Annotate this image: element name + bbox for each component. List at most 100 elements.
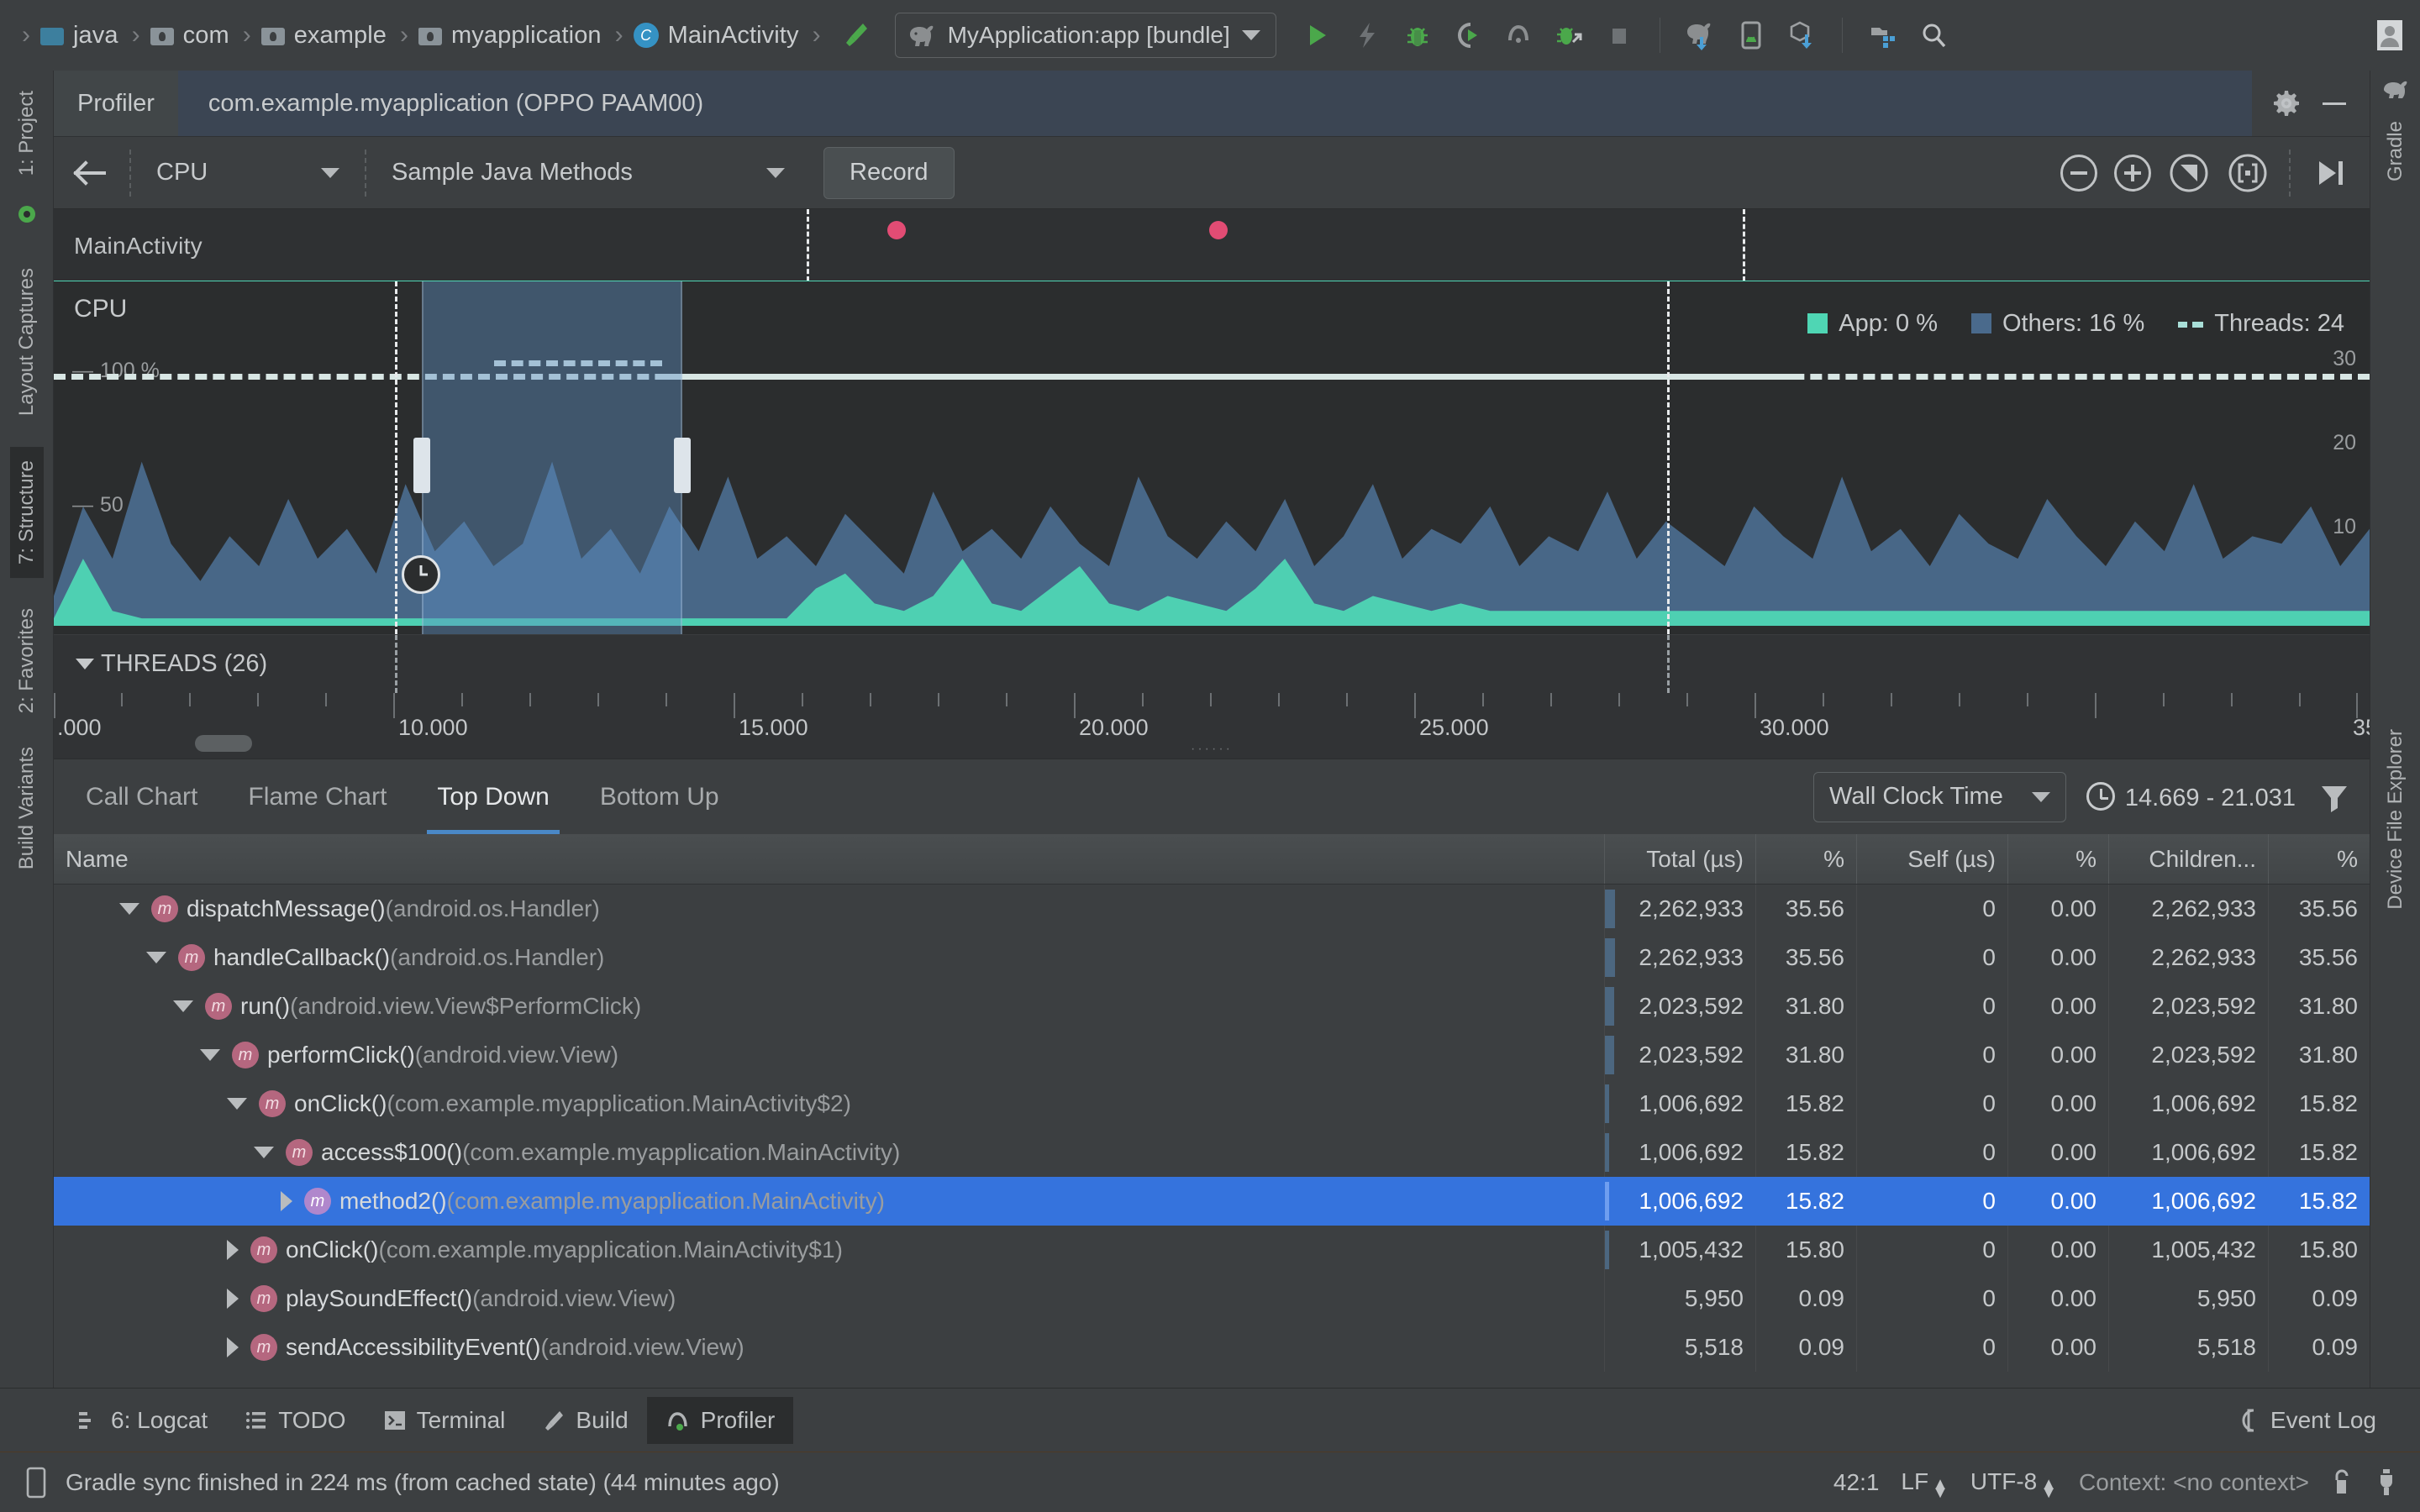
column-header-children[interactable]: Children... [2109,834,2269,884]
column-header-name[interactable]: Name [54,834,1605,884]
device-manager-button[interactable] [1729,13,1773,57]
selection-handle-left[interactable] [413,438,430,493]
chevron-down-icon[interactable] [227,1098,247,1110]
chevron-right-icon[interactable] [227,1240,239,1260]
debug-button[interactable] [1396,13,1439,57]
tab-bottom-up[interactable]: Bottom Up [575,759,744,834]
run-with-coverage-button[interactable] [1446,13,1490,57]
apply-changes-button[interactable] [1345,13,1389,57]
chevron-right-icon[interactable] [281,1191,292,1211]
breadcrumb-item-com[interactable]: com [147,0,233,71]
column-header-total[interactable]: Total (µs) [1605,834,1756,884]
zoom-in-icon[interactable] [2114,154,2151,192]
tab-label: com.example.myapplication (OPPO PAAM00) [208,89,704,117]
go-live-icon[interactable] [2311,155,2348,192]
event-timeline[interactable]: MainActivity [54,209,2370,292]
cpu-usage-chart[interactable]: CPU 100 % 50 30 20 10 App: 0 % Others: 1… [54,281,2370,634]
chevron-right-icon[interactable] [227,1337,239,1357]
reset-zoom-icon[interactable] [2168,152,2210,194]
build-hammer-icon[interactable] [841,20,871,50]
timeline-selection[interactable] [422,281,682,634]
timeline-scrollbar[interactable] [195,735,252,752]
column-header-self[interactable]: Self (µs) [1857,834,2008,884]
chevron-down-icon[interactable] [119,903,139,915]
sidebar-item-project[interactable]: 1: Project [10,77,44,189]
cell-value: 2,023,592 [2151,993,2256,1019]
tool-button-event-log[interactable]: Event Log [2218,1397,2395,1444]
unlock-icon[interactable] [2331,1468,2353,1497]
table-row[interactable]: m performClick() (android.view.View) 2,023… [54,1031,2370,1079]
event-marker[interactable] [887,221,906,239]
table-row[interactable]: m onClick() (com.example.myapplication.Ma… [54,1079,2370,1128]
sidebar-item-build-variants[interactable]: Build Variants [10,733,44,883]
avatar-icon[interactable] [2368,13,2412,57]
sidebar-item-device-file-explorer[interactable]: Device File Explorer [2379,716,2412,923]
tab-flame-chart[interactable]: Flame Chart [223,759,412,834]
line-separator-selector[interactable]: LF ▲ ▼ [1901,1468,1948,1501]
run-button[interactable] [1295,13,1339,57]
chevron-down-icon[interactable] [173,1000,193,1012]
sidebar-item-gradle[interactable]: Gradle [2379,108,2412,195]
timeline-axis[interactable]: .000 10.000 15.000 20.000 25.000 30.000 … [54,693,2370,759]
tab-session[interactable]: com.example.myapplication (OPPO PAAM00) [177,71,734,136]
sync-gradle-button[interactable] [1679,13,1723,57]
table-row[interactable]: m sendAccessibilityEvent() (android.view.… [54,1323,2370,1372]
clock-icon[interactable] [402,555,440,594]
caret-position[interactable]: 42:1 [1833,1469,1880,1496]
table-row[interactable]: m run() (android.view.View$PerformClick) 2… [54,982,2370,1031]
column-header-total-pct[interactable]: % [1756,834,1857,884]
sidebar-item-layout-captures[interactable]: Layout Captures [10,255,44,429]
device-icon[interactable] [25,1467,49,1499]
breadcrumb-item-mainactivity[interactable]: C MainActivity [630,0,802,71]
search-icon[interactable] [1912,13,1955,57]
tool-button-todo[interactable]: TODO [226,1397,364,1444]
chevron-down-icon[interactable] [200,1049,220,1061]
tool-button-terminal[interactable]: Terminal [365,1397,524,1444]
project-structure-button[interactable] [1861,13,1905,57]
event-marker[interactable] [1209,221,1228,239]
back-arrow-icon[interactable] [54,137,126,208]
tab-top-down[interactable]: Top Down [412,759,574,834]
threads-section-header[interactable]: THREADS (26) [54,634,2370,693]
column-header-self-pct[interactable]: % [2008,834,2109,884]
tool-button-profiler[interactable]: Profiler [646,1396,794,1444]
breadcrumb-item-example[interactable]: example [258,0,390,71]
sidebar-item-structure[interactable]: 7: Structure [9,446,44,578]
clock-type-combo[interactable]: Wall Clock Time [1813,771,2066,822]
table-row[interactable]: m method2() (com.example.myapplication.Ma… [54,1177,2370,1226]
table-row[interactable]: m access$100() (com.example.myapplication… [54,1128,2370,1177]
chevron-down-icon[interactable] [146,952,166,963]
profile-button[interactable] [1497,13,1540,57]
table-row[interactable]: m handleCallback() (android.os.Handler) 2,… [54,933,2370,982]
inspection-icon[interactable] [2375,1467,2398,1498]
sidebar-item-favorites[interactable]: 2: Favorites [10,595,44,727]
zoom-out-icon[interactable] [2060,154,2097,192]
run-configuration-selector[interactable]: MyApplication:app [bundle] [894,13,1276,58]
column-header-children-pct[interactable]: % [2269,834,2370,884]
tool-button-build[interactable]: Build [523,1397,646,1444]
tab-call-chart[interactable]: Call Chart [60,759,223,834]
table-row[interactable]: m playSoundEffect() (android.view.View) 5,… [54,1274,2370,1323]
table-row[interactable]: m onClick() (com.example.myapplication.Ma… [54,1226,2370,1274]
breadcrumb-item-java[interactable]: java [37,0,122,71]
minimize-icon[interactable] [2319,95,2349,112]
profiler-stage-combo[interactable]: CPU [134,137,361,208]
tool-button-logcat[interactable]: 6: Logcat [59,1397,226,1444]
sdk-download-button[interactable] [1780,13,1823,57]
record-button[interactable]: Record [823,146,955,199]
chevron-right-icon[interactable] [227,1289,239,1309]
stop-button[interactable] [1597,13,1641,57]
context-label[interactable]: Context: <no context> [2079,1469,2309,1496]
encoding-selector[interactable]: UTF-8 ▲ ▼ [1970,1468,2057,1501]
recording-config-combo[interactable]: Sample Java Methods [370,137,807,208]
gear-icon[interactable] [2272,89,2301,118]
table-row[interactable]: m dispatchMessage() (android.os.Handler) 2… [54,885,2370,933]
chevron-down-icon[interactable] [254,1147,274,1158]
tab-profiler[interactable]: Profiler [54,71,178,136]
attach-debugger-button[interactable] [1547,13,1591,57]
breadcrumb-item-myapplication[interactable]: myapplication [415,0,605,71]
splitter-grip[interactable]: ······ [1191,742,1233,757]
filter-funnel-icon[interactable] [2317,780,2351,814]
selection-handle-right[interactable] [674,438,691,493]
zoom-to-selection-icon[interactable] [2227,152,2269,194]
